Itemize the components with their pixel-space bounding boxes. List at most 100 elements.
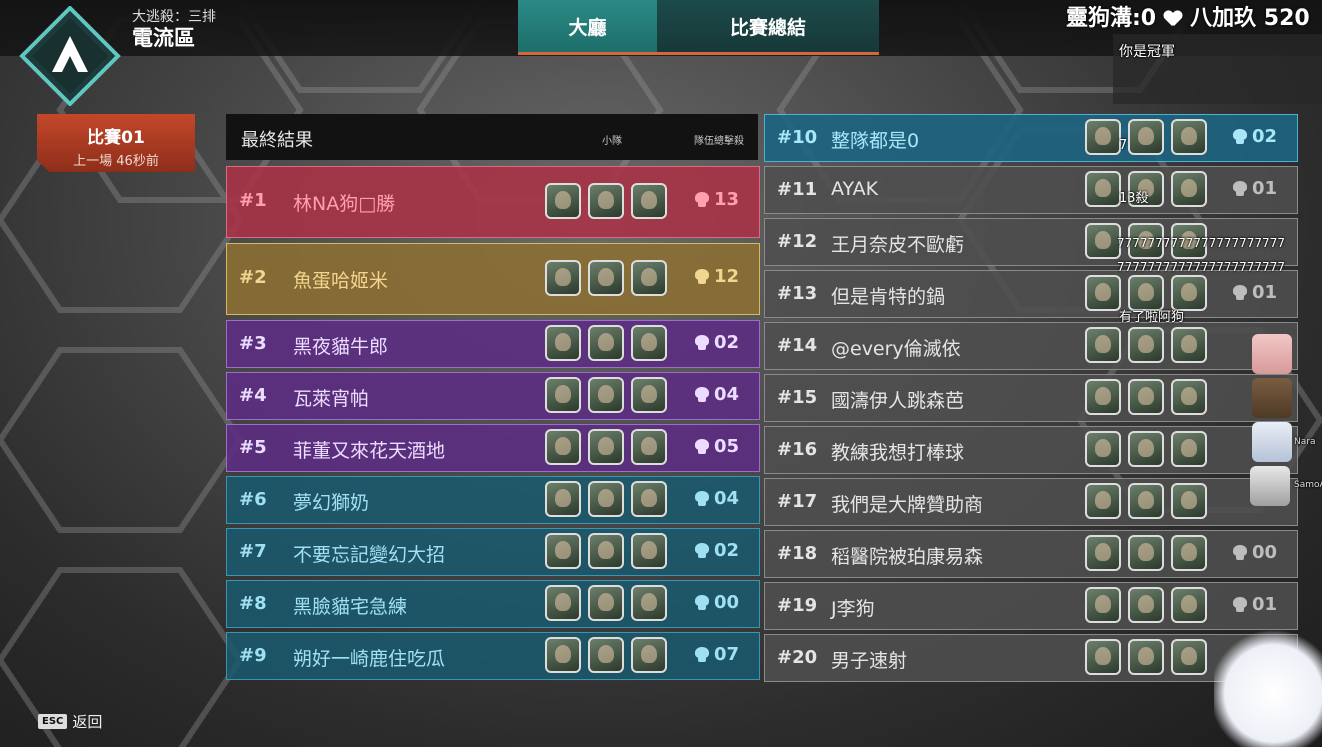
skull-icon [1232, 180, 1248, 197]
results-header: 最終結果 小隊 隊伍總擊殺 [226, 114, 758, 160]
legend-portrait [545, 183, 581, 219]
team-row[interactable]: #6 夢幻獅奶 04 [226, 476, 760, 524]
team-kills: 02 [694, 540, 739, 561]
team-kills: 04 [694, 488, 739, 509]
team-kills: 13 [694, 189, 739, 210]
match-selector[interactable]: 比賽01 上一場 46秒前 [37, 114, 195, 172]
team-row[interactable]: #10 整隊都是0 02 [764, 114, 1298, 162]
legend-portrait [1085, 535, 1121, 571]
squad-avatars [1085, 119, 1207, 155]
legend-portrait [1128, 639, 1164, 675]
team-name: 不要忘記變幻大招 [293, 544, 446, 566]
skull-icon [694, 268, 710, 285]
legend-portrait [1085, 483, 1121, 519]
legend-portrait [588, 637, 624, 673]
match-time: 上一場 46秒前 [73, 154, 159, 169]
team-row[interactable]: #3 黑夜貓牛郎 02 [226, 320, 760, 368]
legend-portrait [545, 429, 581, 465]
team-kills: 00 [694, 592, 739, 613]
team-row[interactable]: #13 但是肯特的鍋 01 [764, 270, 1298, 318]
team-name: 黑臉貓宅急練 [293, 596, 408, 618]
kills-value: 01 [1251, 282, 1277, 303]
kills-value: 00 [1251, 542, 1277, 563]
kills-value: 02 [713, 332, 739, 353]
tab-match-summary[interactable]: 比賽總結 [657, 0, 879, 55]
squad-avatars [1085, 535, 1207, 571]
squad-avatars [545, 325, 667, 361]
team-rank: #2 [239, 267, 267, 288]
squad-avatars [1085, 379, 1207, 415]
legend-portrait [1085, 431, 1121, 467]
legend-portrait [588, 585, 624, 621]
kills-value: 01 [1251, 178, 1277, 199]
team-kills: 12 [694, 266, 739, 287]
team-name: 教練我想打棒球 [831, 442, 965, 464]
squad-avatars [1085, 327, 1207, 363]
legend-portrait [1171, 535, 1207, 571]
team-name: 夢幻獅奶 [293, 492, 370, 514]
team-row[interactable]: #8 黑臉貓宅急練 00 [226, 580, 760, 628]
heart-icon [1164, 11, 1182, 27]
team-row[interactable]: #15 國濤伊人跳森芭 [764, 374, 1298, 422]
back-button[interactable]: ESC 返回 [38, 711, 102, 732]
chat-message: 7777777777777777777777 [1117, 260, 1285, 274]
team-rank: #18 [777, 543, 818, 564]
team-row[interactable]: #4 瓦萊宵帕 04 [226, 372, 760, 420]
skull-icon [694, 646, 710, 663]
team-row[interactable]: #5 菲董又來花天酒地 05 [226, 424, 760, 472]
team-row[interactable]: #18 稻醫院被珀康易森 00 [764, 530, 1298, 578]
skull-icon [694, 334, 710, 351]
legend-portrait [1171, 639, 1207, 675]
legend-portrait [1085, 275, 1121, 311]
legend-portrait [1085, 587, 1121, 623]
team-row[interactable]: #11 AYAK 01 [764, 166, 1298, 214]
skull-icon [694, 438, 710, 455]
legend-portrait [545, 533, 581, 569]
kills-value: 04 [713, 488, 739, 509]
match-label: 比賽01 [87, 128, 145, 148]
team-row[interactable]: #2 魚蛋哈姬米 12 [226, 243, 760, 315]
legend-portrait [1171, 327, 1207, 363]
kills-value: 02 [1251, 126, 1277, 147]
chat-message: 有了啦阿狗 [1119, 310, 1185, 325]
legend-portrait [1085, 119, 1121, 155]
team-kills: 04 [694, 384, 739, 405]
skull-icon [1232, 128, 1248, 145]
legend-portrait [631, 637, 667, 673]
team-name: 國濤伊人跳森芭 [831, 390, 965, 412]
team-rank: #15 [777, 387, 818, 408]
legend-portrait [1085, 379, 1121, 415]
squad-avatars [545, 481, 667, 517]
squad-avatars [1085, 639, 1207, 675]
team-kills: 00 [1232, 542, 1277, 563]
team-row[interactable]: #19 J李狗 01 [764, 582, 1298, 630]
chat-message: 13殺 [1119, 191, 1149, 206]
skull-icon [694, 542, 710, 559]
viewer-name: Nara [1294, 437, 1316, 447]
team-row[interactable]: #9 朔好一崎鹿住吃瓜 07 [226, 632, 760, 680]
team-kills: 05 [694, 436, 739, 457]
tab-lobby[interactable]: 大廳 [518, 0, 657, 55]
team-rank: #20 [777, 647, 818, 668]
team-rank: #16 [777, 439, 818, 460]
stream-title: 靈狗溝:0 八加玖 520 [1066, 0, 1310, 32]
team-row[interactable]: #1 林NA狗□勝 13 [226, 166, 760, 238]
squad-avatars [1085, 587, 1207, 623]
legend-portrait [1128, 587, 1164, 623]
kills-value: 12 [713, 266, 739, 287]
team-row[interactable]: #7 不要忘記變幻大招 02 [226, 528, 760, 576]
legend-portrait [545, 260, 581, 296]
team-rank: #9 [239, 645, 267, 666]
team-row[interactable]: #14 @every倫滅依 [764, 322, 1298, 370]
team-row[interactable]: #16 教練我想打棒球 [764, 426, 1298, 474]
legend-portrait [1128, 483, 1164, 519]
legend-portrait [1171, 171, 1207, 207]
team-rank: #1 [239, 190, 267, 211]
team-kills: 07 [694, 644, 739, 665]
viewer-avatar [1252, 378, 1292, 418]
legend-portrait [1171, 431, 1207, 467]
legend-portrait [545, 585, 581, 621]
team-row[interactable]: #17 我們是大牌贊助商 [764, 478, 1298, 526]
legend-portrait [545, 481, 581, 517]
viewer-avatar [1252, 334, 1292, 374]
